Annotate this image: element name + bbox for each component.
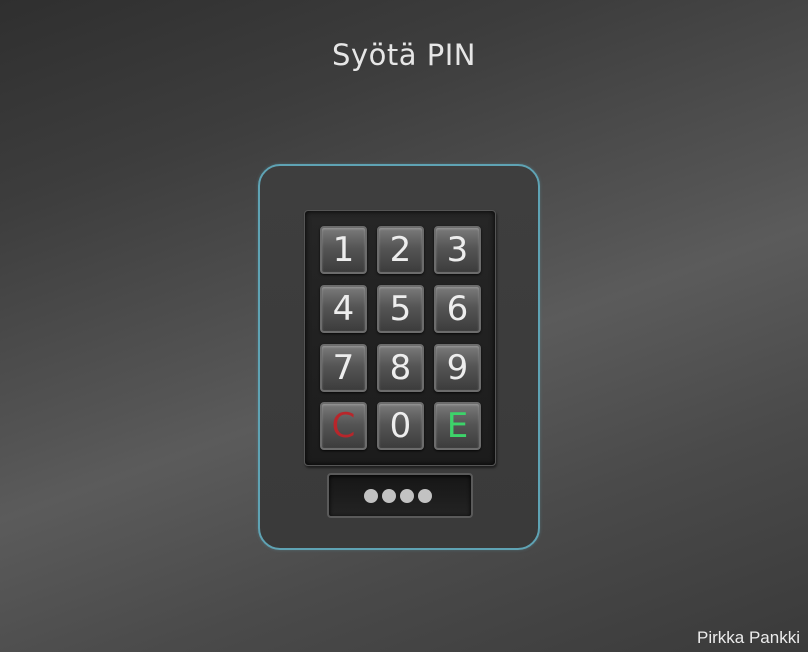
pin-dot (382, 489, 396, 503)
pin-dot (418, 489, 432, 503)
key-2[interactable]: 2 (377, 226, 424, 274)
clear-button[interactable]: C (320, 402, 367, 450)
key-5[interactable]: 5 (377, 285, 424, 333)
key-9[interactable]: 9 (434, 344, 481, 392)
pin-dot (400, 489, 414, 503)
keypad: 1 2 3 4 5 6 7 8 9 C 0 E (304, 210, 496, 466)
pin-dots (364, 489, 436, 506)
bank-name: Pirkka Pankki (697, 628, 800, 647)
enter-button[interactable]: E (434, 402, 481, 450)
pin-dot (364, 489, 378, 503)
key-8[interactable]: 8 (377, 344, 424, 392)
pin-display (327, 473, 473, 518)
key-4[interactable]: 4 (320, 285, 367, 333)
key-1[interactable]: 1 (320, 226, 367, 274)
page-title: Syötä PIN (332, 38, 476, 72)
key-6[interactable]: 6 (434, 285, 481, 333)
key-7[interactable]: 7 (320, 344, 367, 392)
key-0[interactable]: 0 (377, 402, 424, 450)
key-3[interactable]: 3 (434, 226, 481, 274)
